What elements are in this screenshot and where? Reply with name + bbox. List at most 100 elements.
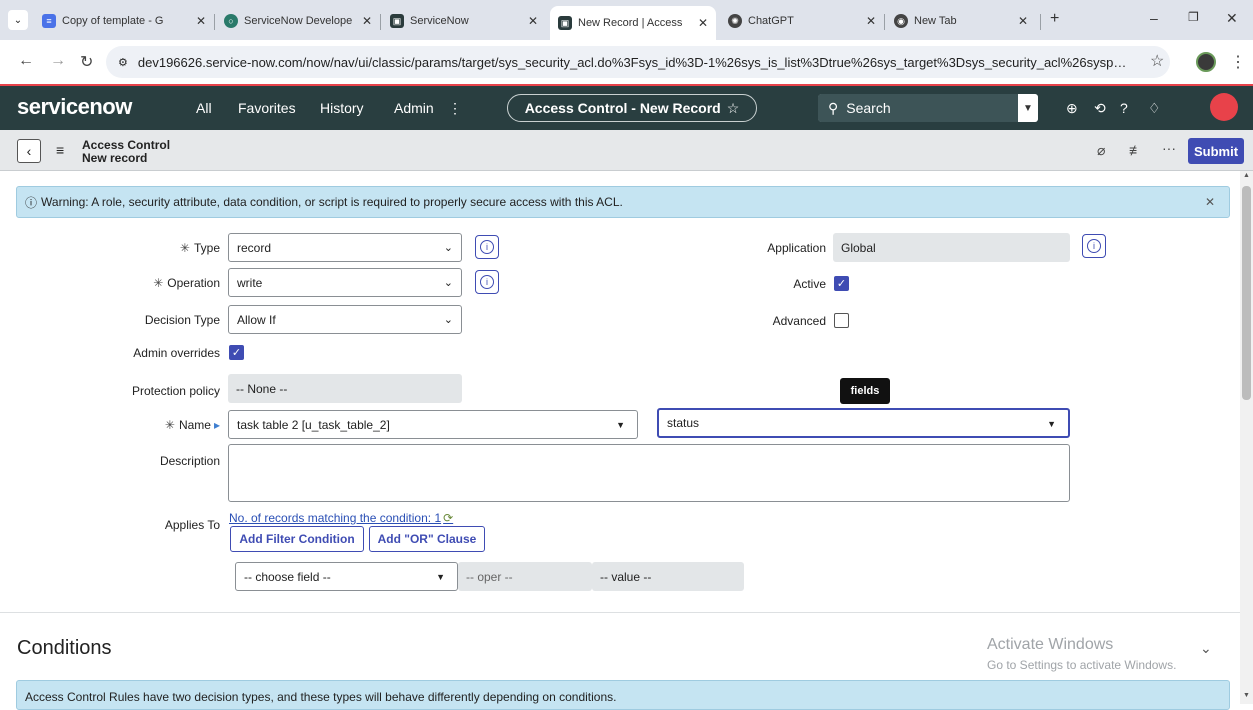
add-or-clause-button[interactable]: Add "OR" Clause	[369, 526, 485, 552]
globe-icon[interactable]: ⊕	[1066, 100, 1078, 117]
fields-tooltip: fields	[840, 378, 890, 404]
chevron-left-icon: ‹	[26, 143, 32, 159]
forward-arrow-icon[interactable]: →	[50, 52, 66, 70]
browser-tab[interactable]: ◉ New Tab ✕	[886, 6, 1036, 36]
operation-info-button[interactable]: i	[475, 270, 499, 294]
decision-type-select[interactable]: Allow If ⌄	[228, 305, 462, 334]
nav-admin[interactable]: Admin	[394, 100, 434, 116]
global-search[interactable]: ⚲ Search ▼	[818, 94, 1038, 122]
refresh-icon[interactable]: ⟳	[443, 511, 453, 525]
back-arrow-icon[interactable]: ←	[18, 52, 34, 70]
new-tab-icon[interactable]: +	[1050, 10, 1059, 28]
close-icon[interactable]: ✕	[1205, 195, 1215, 209]
scroll-down-icon[interactable]: ▼	[1243, 692, 1250, 699]
tab-separator	[380, 14, 381, 30]
search-scope-dropdown[interactable]: ▼	[1018, 94, 1038, 122]
browser-tab[interactable]: ▣ ServiceNow ✕	[382, 6, 546, 36]
page-title: Access Control - New Record	[524, 100, 721, 116]
application-field: Global	[833, 233, 1070, 262]
name-table-select[interactable]: task table 2 [u_task_table_2] ▼	[228, 410, 638, 439]
required-asterisk-icon: ✳	[179, 241, 190, 255]
active-checkbox[interactable]: ✓	[834, 276, 849, 291]
collapse-chevron-icon[interactable]: ⌄	[1200, 640, 1212, 657]
tab-title: New Tab	[914, 15, 957, 27]
admin-overrides-checkbox[interactable]: ✓	[229, 345, 244, 360]
add-filter-condition-button[interactable]: Add Filter Condition	[230, 526, 364, 552]
site-settings-icon[interactable]: ⚙	[118, 56, 128, 69]
type-info-button[interactable]: i	[475, 235, 499, 259]
nav-favorites[interactable]: Favorites	[238, 100, 296, 116]
tab-title: New Record | Access	[578, 17, 683, 29]
help-icon[interactable]: ?	[1120, 100, 1128, 116]
application-info-button[interactable]: i	[1082, 234, 1106, 258]
name-field-select[interactable]: status ▼	[657, 408, 1070, 438]
tab-title: ServiceNow Develope	[244, 15, 353, 27]
name-label: ✳ Name ▸	[164, 418, 220, 432]
back-button[interactable]: ‹	[17, 139, 41, 163]
conditions-info-message: Access Control Rules have two decision t…	[16, 680, 1230, 710]
close-icon[interactable]: ✕	[698, 16, 708, 30]
close-icon[interactable]: ✕	[362, 14, 372, 28]
servicenow-developer-icon: ○	[224, 14, 238, 28]
nav-all[interactable]: All	[196, 100, 212, 116]
protection-policy-field: -- None --	[228, 374, 462, 403]
advanced-checkbox[interactable]	[834, 313, 849, 328]
description-textarea[interactable]	[228, 444, 1070, 502]
browser-tab[interactable]: ≡ Copy of template - G ✕	[34, 6, 214, 36]
address-bar: ← → ↻ ⚙ dev196626.service-now.com/now/na…	[0, 40, 1253, 84]
url-field[interactable]: ⚙ dev196626.service-now.com/now/nav/ui/c…	[106, 46, 1170, 78]
type-label: ✳ Type	[179, 241, 220, 255]
hamburger-menu-icon[interactable]: ≡	[56, 142, 64, 158]
choose-field-select[interactable]: -- choose field -- ▼	[235, 562, 458, 591]
search-label: Search	[846, 100, 891, 116]
chrome-menu-icon[interactable]: ⋮	[1230, 52, 1246, 72]
favorite-star-icon[interactable]: ☆	[727, 100, 740, 117]
profile-avatar[interactable]	[1196, 52, 1216, 72]
admin-overrides-label: Admin overrides	[133, 346, 220, 360]
tab-search-icon[interactable]: ⌄	[8, 10, 28, 30]
submit-button[interactable]: Submit	[1188, 138, 1244, 164]
watermark-line1: Activate Windows	[987, 636, 1114, 653]
close-icon[interactable]: ✕	[528, 14, 538, 28]
restore-icon[interactable]: ❐	[1188, 10, 1199, 24]
reload-icon[interactable]: ↻	[80, 52, 93, 72]
tab-title: ChatGPT	[748, 15, 794, 27]
expand-triangle-icon[interactable]: ▸	[214, 418, 220, 432]
servicenow-header: servicenow All Favorites History Admin ⋮…	[0, 84, 1253, 130]
operation-select[interactable]: write ⌄	[228, 268, 462, 297]
browser-tab-active[interactable]: ▣ New Record | Access ✕	[550, 6, 716, 40]
browser-tab[interactable]: ✺ ChatGPT ✕	[720, 6, 884, 36]
search-icon: ⚲	[828, 99, 839, 116]
nav-history[interactable]: History	[320, 100, 364, 116]
more-menu-icon[interactable]: ⋮	[448, 100, 462, 117]
scroll-up-icon[interactable]: ▲	[1243, 172, 1250, 179]
bookmark-star-icon[interactable]: ☆	[1150, 51, 1164, 71]
page-title-pill[interactable]: Access Control - New Record ☆	[507, 94, 757, 122]
scrollbar-thumb[interactable]	[1242, 186, 1251, 400]
tab-separator	[884, 14, 885, 30]
info-icon: i	[1087, 239, 1101, 253]
watermark-line2: Go to Settings to activate Windows.	[987, 658, 1177, 672]
type-select[interactable]: record ⌄	[228, 233, 462, 262]
servicenow-icon: ▣	[558, 16, 572, 30]
user-avatar[interactable]	[1210, 93, 1238, 121]
notification-bell-icon[interactable]: ♢	[1148, 100, 1161, 117]
more-options-icon[interactable]: ···	[1162, 140, 1176, 156]
operation-label: ✳ Operation	[153, 276, 220, 290]
chat-icon[interactable]: ⟲	[1094, 100, 1106, 117]
close-icon[interactable]: ✕	[196, 14, 206, 28]
window-close-icon[interactable]: ✕	[1226, 10, 1238, 27]
tab-title: ServiceNow	[410, 15, 469, 27]
chevron-down-icon: ⌄	[443, 242, 453, 254]
close-icon[interactable]: ✕	[1018, 14, 1028, 28]
minimize-icon[interactable]: –	[1150, 10, 1158, 26]
warning-message: ⓘ Warning: A role, security attribute, d…	[16, 186, 1230, 218]
settings-sliders-icon[interactable]: ≢	[1129, 142, 1143, 158]
search-input[interactable]: ⚲ Search	[818, 94, 1018, 122]
browser-tab[interactable]: ○ ServiceNow Develope ✕	[216, 6, 380, 36]
records-matching-link[interactable]: No. of records matching the condition: 1…	[229, 511, 453, 525]
servicenow-logo[interactable]: servicenow	[17, 94, 132, 120]
close-icon[interactable]: ✕	[866, 14, 876, 28]
attachment-icon[interactable]: ⌀	[1097, 142, 1105, 159]
form-subtitle: New record	[82, 151, 148, 165]
